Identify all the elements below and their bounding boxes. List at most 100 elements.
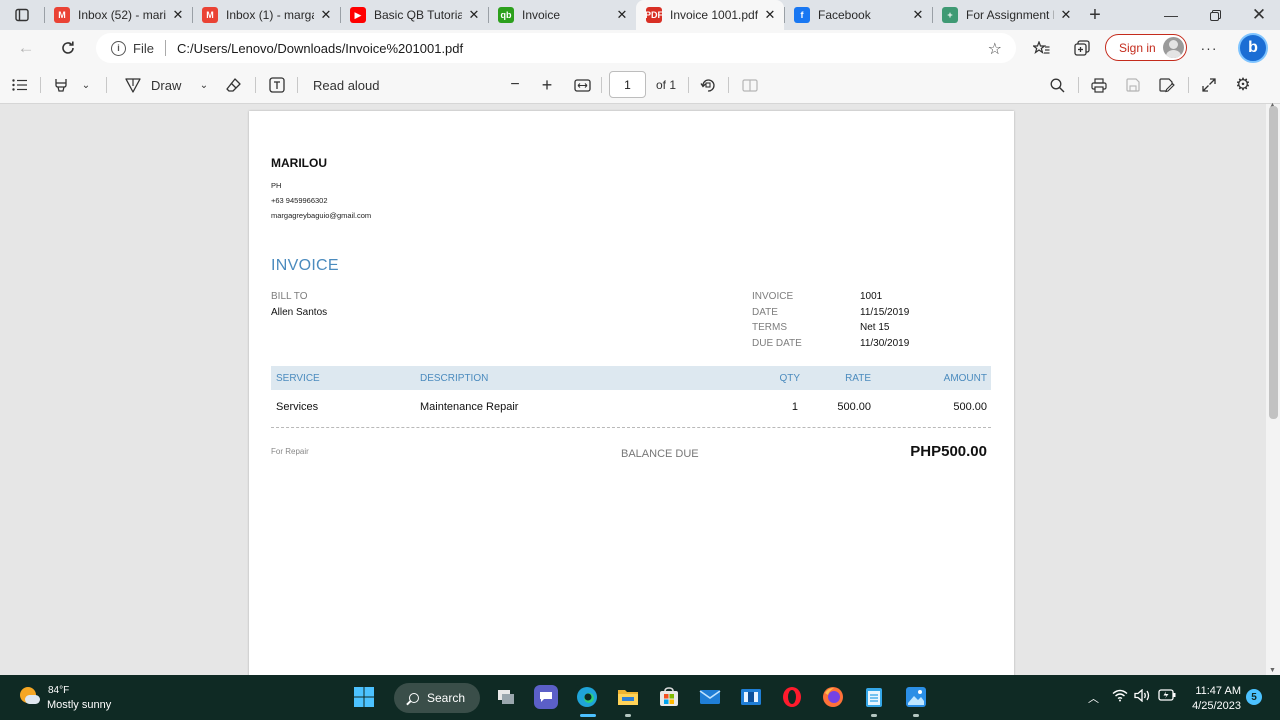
mail-icon[interactable] — [698, 685, 722, 709]
toolbar-divider — [728, 77, 729, 93]
bing-chat-icon[interactable]: b — [1238, 33, 1268, 63]
opera-icon[interactable] — [780, 685, 804, 709]
url-input[interactable]: i File C:/Users/Lenovo/Downloads/Invoice… — [96, 33, 1016, 63]
edge-icon[interactable] — [575, 685, 599, 709]
tab-3[interactable]: ▶ Basic QB Tutorial ✕ — [340, 0, 488, 30]
new-tab-button[interactable]: + — [1080, 0, 1110, 30]
page-total-label: of 1 — [656, 74, 676, 96]
tab-separator — [44, 7, 45, 23]
bill-to-label: BILL TO — [271, 291, 308, 302]
highlight-dropdown-icon[interactable]: ⌄ — [79, 74, 93, 96]
refresh-button[interactable] — [54, 34, 82, 62]
task-view-icon[interactable] — [494, 685, 518, 709]
page-number-input[interactable]: 1 — [609, 71, 646, 98]
draw-dropdown-icon[interactable]: ⌄ — [197, 74, 211, 96]
contents-icon[interactable] — [10, 74, 30, 96]
zoom-out-icon[interactable]: − — [506, 74, 524, 96]
fullscreen-icon[interactable] — [1199, 74, 1219, 96]
draw-button[interactable]: Draw — [151, 74, 181, 96]
toolbar-divider — [40, 77, 41, 93]
read-aloud-label: Read aloud — [313, 77, 380, 93]
settings-icon[interactable]: ⚙ — [1233, 74, 1253, 96]
sign-in-button[interactable]: Sign in — [1105, 34, 1187, 61]
favorites-icon[interactable] — [1027, 34, 1055, 62]
add-favorite-icon[interactable]: ☆ — [988, 39, 1002, 59]
highlight-icon[interactable] — [50, 74, 72, 96]
add-text-icon[interactable] — [267, 74, 287, 96]
weather-icon[interactable] — [20, 687, 40, 707]
vertical-scrollbar[interactable]: ▲ ▼ — [1266, 102, 1280, 675]
url-text[interactable]: C:/Users/Lenovo/Downloads/Invoice%201001… — [177, 41, 463, 56]
show-hidden-icons-icon[interactable]: ︿ — [1088, 690, 1099, 706]
column-header-description: DESCRIPTION — [420, 373, 489, 384]
print-icon[interactable] — [1089, 74, 1109, 96]
taskbar-search-button[interactable]: Search — [394, 683, 480, 713]
tab-2[interactable]: M Inbox (1) - marga ✕ — [192, 0, 340, 30]
microsoft-store-icon[interactable] — [657, 685, 681, 709]
draw-label: Draw — [151, 77, 182, 93]
start-icon[interactable] — [352, 685, 376, 709]
tab-strip: M Inbox (52) - marilo ✕ M Inbox (1) - marga ✕… — [0, 0, 1280, 30]
erase-icon[interactable] — [224, 74, 244, 96]
photos-icon[interactable] — [904, 685, 928, 709]
teams-chat-icon[interactable] — [534, 685, 558, 709]
info-icon[interactable]: i — [111, 40, 126, 56]
more-options-icon[interactable]: ··· — [1195, 34, 1223, 62]
invoice-note: For Repair — [271, 447, 309, 456]
notepad-running-indicator — [871, 714, 877, 717]
read-aloud-button[interactable]: Read aloud — [313, 74, 380, 96]
notepad-icon[interactable] — [862, 685, 886, 709]
save-icon[interactable] — [1123, 74, 1143, 96]
restore-button[interactable] — [1193, 0, 1237, 30]
youtube-icon: ▶ — [350, 7, 366, 23]
volume-icon[interactable] — [1134, 688, 1151, 705]
sheets-icon: + — [942, 7, 958, 23]
tab-7[interactable]: + For Assignment P ✕ — [932, 0, 1080, 30]
tab-5[interactable]: PDF Invoice 1001.pdf ✕ — [636, 0, 784, 30]
zoom-in-icon[interactable]: + — [538, 74, 556, 96]
invoice-terms: Net 15 — [860, 322, 890, 333]
notification-badge[interactable]: 5 — [1246, 689, 1262, 705]
minimize-button[interactable]: — — [1149, 0, 1193, 30]
clock-date: 4/25/2023 — [1192, 700, 1241, 712]
tab-1[interactable]: M Inbox (52) - marilo ✕ — [44, 0, 192, 30]
toolbar-divider — [255, 77, 256, 93]
tab-title: Invoice — [522, 8, 561, 22]
explorer-running-indicator — [625, 714, 631, 717]
close-tab-icon[interactable]: ✕ — [762, 7, 778, 23]
close-tab-icon[interactable]: ✕ — [614, 7, 630, 23]
firefox-icon[interactable] — [821, 685, 845, 709]
tab-actions-button[interactable] — [0, 0, 44, 30]
file-explorer-icon[interactable] — [616, 685, 640, 709]
close-tab-icon[interactable]: ✕ — [466, 7, 482, 23]
wifi-icon[interactable] — [1112, 689, 1128, 705]
scroll-down-icon[interactable]: ▼ — [1269, 667, 1276, 674]
search-icon[interactable] — [1047, 74, 1067, 96]
invoice-date: 11/15/2019 — [860, 307, 910, 318]
scrollbar-thumb[interactable] — [1269, 106, 1278, 419]
system-clock[interactable]: 11:47 AM 4/25/2023 — [1185, 684, 1241, 714]
toolbar-divider — [297, 77, 298, 93]
fit-to-page-icon[interactable] — [571, 74, 593, 96]
draw-icon[interactable] — [122, 74, 144, 96]
close-tab-icon[interactable]: ✕ — [1058, 7, 1074, 23]
close-window-button[interactable]: ✕ — [1237, 0, 1280, 30]
weather-temperature[interactable]: 84°F — [48, 685, 69, 696]
tab-4[interactable]: qb Invoice ✕ — [488, 0, 636, 30]
tab-title: Basic QB Tutorial — [374, 8, 462, 22]
weather-condition[interactable]: Mostly sunny — [47, 699, 111, 711]
close-tab-icon[interactable]: ✕ — [910, 7, 926, 23]
save-as-icon[interactable] — [1157, 74, 1177, 96]
page-view-icon[interactable] — [740, 74, 760, 96]
tab-6[interactable]: f Facebook ✕ — [784, 0, 932, 30]
company-email: margagreybaguio@gmail.com — [271, 211, 372, 220]
battery-icon[interactable] — [1158, 689, 1176, 704]
media-player-icon[interactable] — [739, 685, 763, 709]
back-button[interactable]: ← — [12, 34, 40, 62]
pdf-viewer[interactable]: MARILOU PH +63 9459966302 margagreybagui… — [0, 104, 1266, 675]
close-tab-icon[interactable]: ✕ — [170, 7, 186, 23]
refresh-icon — [62, 41, 74, 54]
close-tab-icon[interactable]: ✕ — [318, 7, 334, 23]
rotate-icon[interactable] — [698, 74, 718, 96]
collections-icon[interactable] — [1068, 34, 1096, 62]
